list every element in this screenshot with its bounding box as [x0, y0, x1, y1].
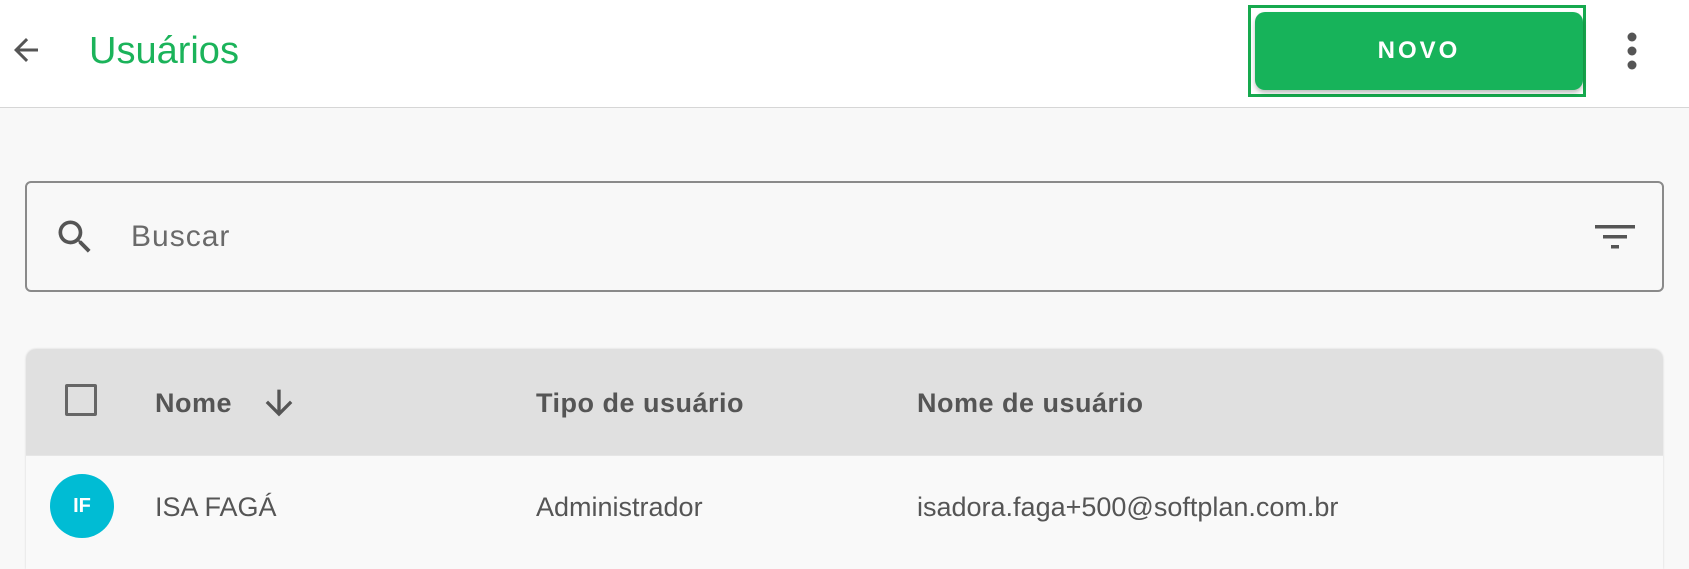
arrow-left-icon — [14, 38, 38, 62]
search-bar — [25, 181, 1664, 292]
cell-user-type: Administrador — [536, 492, 703, 522]
column-header-name[interactable]: Nome — [155, 387, 232, 419]
table-row[interactable]: IF ISA FAGÁ Administrador isadora.faga+5… — [26, 455, 1663, 569]
back-button[interactable] — [6, 30, 46, 70]
page-title: Usuários — [89, 30, 239, 72]
column-header-username[interactable]: Nome de usuário — [917, 387, 1144, 419]
select-all-checkbox[interactable] — [65, 384, 97, 416]
table-header: Nome Tipo de usuário Nome de usuário — [26, 349, 1663, 455]
users-table: Nome Tipo de usuário Nome de usuário IF … — [26, 349, 1663, 569]
search-icon — [58, 220, 91, 253]
cell-username: isadora.faga+500@softplan.com.br — [917, 492, 1339, 522]
top-app-bar: Usuários NOVO — [0, 0, 1689, 108]
cell-name: ISA FAGÁ — [155, 492, 277, 522]
filter-icon[interactable] — [1593, 219, 1637, 255]
search-input[interactable] — [129, 203, 1533, 271]
column-header-user-type[interactable]: Tipo de usuário — [536, 387, 744, 419]
more-vertical-icon — [1627, 32, 1637, 70]
avatar: IF — [50, 474, 114, 538]
arrow-down-icon[interactable] — [259, 383, 299, 423]
more-options-button[interactable] — [1610, 26, 1654, 76]
new-button[interactable]: NOVO — [1255, 12, 1583, 90]
